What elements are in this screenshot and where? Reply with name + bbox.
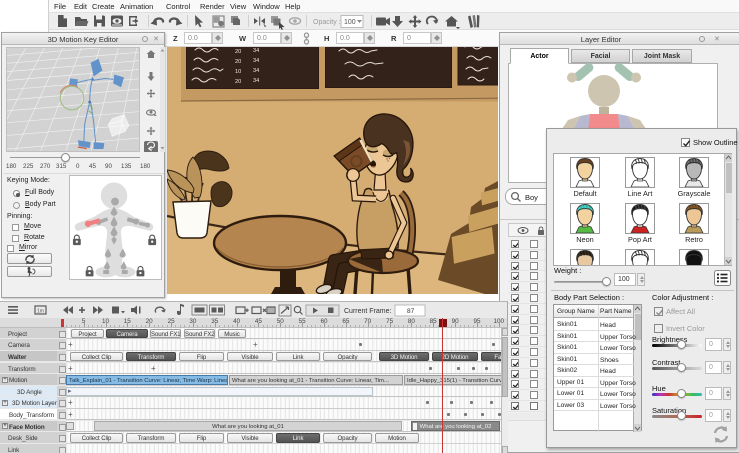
svg-text:34: 34 (253, 48, 259, 54)
svg-text:10: 10 (235, 69, 241, 75)
svg-text:34: 34 (253, 58, 259, 64)
svg-text:20: 20 (235, 59, 241, 65)
svg-text:Opacity :: Opacity : (313, 19, 341, 26)
svg-text:100: 100 (344, 19, 356, 26)
svg-text:87: 87 (407, 308, 415, 315)
svg-text:34: 34 (253, 68, 259, 74)
svg-text:34: 34 (253, 78, 259, 84)
svg-text:20: 20 (235, 49, 241, 55)
svg-text:1m: 1m (37, 309, 44, 315)
svg-text:Current Frame:: Current Frame: (344, 308, 392, 315)
svg-text:20: 20 (235, 79, 241, 85)
